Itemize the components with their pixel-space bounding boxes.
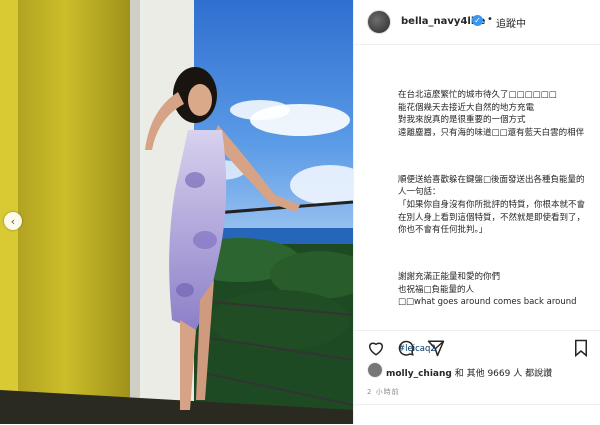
liked-by-user[interactable]: molly_chiang [386, 369, 452, 379]
post-side-panel: bella_navy4life ✓ • 追蹤中 在台北這麼繁忙的城市待久了□□□… [353, 0, 600, 424]
liker-avatar[interactable] [367, 362, 383, 378]
caption-line: 能花個幾天去接近大自然的地方充電 [398, 102, 535, 113]
separator-dot: • [487, 14, 493, 25]
bookmark-icon[interactable] [572, 339, 590, 357]
action-bar [354, 330, 600, 359]
post-photo[interactable]: ‹ [0, 0, 353, 424]
avatar[interactable] [367, 10, 391, 34]
caption-line: 也祝福□負能量的人 [398, 284, 475, 295]
caption-line: 對我來說真的是很重要的一個方式 [398, 115, 526, 126]
post-header: bella_navy4life ✓ • 追蹤中 [354, 0, 600, 45]
caption-line: 遠離塵囂，只有海的味道□□還有藍天白雲的相伴 [398, 127, 585, 138]
caption-line: 在台北這麼繁忙的城市待久了□□□□□□ [398, 90, 557, 101]
caption-line: 「如果你自身沒有你所批評的特質，你根本就不會在別人身上看到這個特質，不然就是即使… [398, 199, 586, 236]
instagram-post: ‹ bella_navy4life ✓ • 追蹤中 在台北這麼繁忙的城市待久了□… [0, 0, 600, 424]
photo-illustration [0, 0, 353, 424]
caption-line: □□what goes around comes back around [398, 297, 577, 308]
caption-line: 順便送給喜歡躲在鍵盤□後面發送出各種負能量的人一句話： [398, 174, 585, 198]
paper-plane-icon[interactable] [427, 339, 445, 357]
comment-icon[interactable] [397, 339, 415, 357]
likes-summary: molly_chiang 和 其他 9669 人 都說讚 [386, 366, 552, 379]
caption-paragraph-2: 順便送給喜歡躲在鍵盤□後面發送出各種負能量的人一句話： 「如果你自身沒有你所批評… [398, 174, 592, 237]
heart-icon[interactable] [367, 339, 385, 357]
caption-line: 謝謝充滿正能量和愛的你們 [398, 271, 501, 282]
chevron-left-icon[interactable]: ‹ [4, 212, 22, 230]
comment-bar [354, 404, 600, 425]
post-timestamp: 2 小時前 [367, 388, 400, 396]
verified-badge-icon: ✓ [472, 15, 483, 26]
likes-count-text[interactable]: 和 其他 9669 人 都說讚 [455, 369, 552, 379]
caption-paragraph-1: 在台北這麼繁忙的城市待久了□□□□□□ 能花個幾天去接近大自然的地方充電 對我來… [398, 89, 592, 139]
caption-paragraph-3: 謝謝充滿正能量和愛的你們 也祝福□負能量的人 □□what goes aroun… [398, 271, 592, 309]
following-button[interactable]: 追蹤中 [496, 15, 526, 30]
